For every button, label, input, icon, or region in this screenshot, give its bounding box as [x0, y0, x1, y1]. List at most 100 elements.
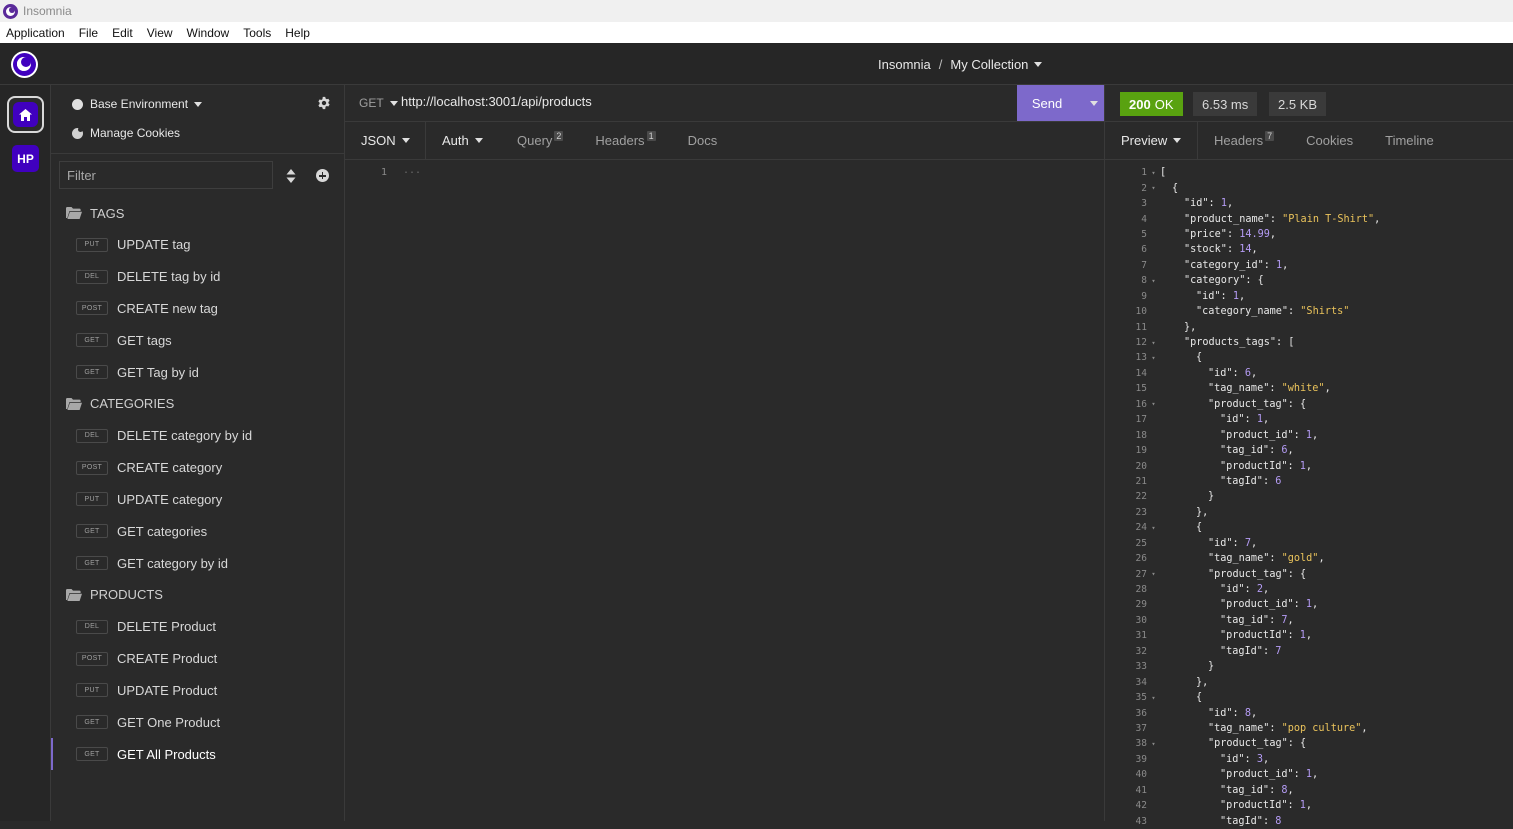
sidebar-request-item[interactable]: POST CREATE category [51, 452, 345, 484]
folder-tags[interactable]: TAGS [51, 197, 345, 229]
sidebar-request-item[interactable]: GET GET categories [51, 515, 345, 547]
chevron-down-icon [194, 101, 203, 107]
code-text: "tag_id": 7, [1160, 615, 1294, 626]
method-badge: DEL [76, 428, 108, 443]
tab-timeline[interactable]: Timeline [1369, 122, 1450, 160]
code-line: 42 "productId": 1, [1105, 798, 1513, 813]
menu-help[interactable]: Help [285, 26, 310, 40]
sidebar-request-item[interactable]: DEL DELETE Product [51, 611, 345, 643]
home-button[interactable] [7, 96, 44, 133]
fold-arrow-icon[interactable]: ▾ [1147, 354, 1160, 362]
json-punctuation: : [1232, 707, 1245, 719]
breadcrumb-collection[interactable]: My Collection [950, 57, 1028, 72]
tab-response-headers[interactable]: Headers 7 [1198, 122, 1290, 160]
add-request-icon[interactable] [316, 169, 329, 182]
menu-window[interactable]: Window [187, 26, 230, 40]
sidebar-request-item[interactable]: GET GET One Product [51, 706, 345, 738]
code-text: "product_tag": { [1160, 569, 1306, 580]
json-key: "id" [1220, 414, 1245, 426]
breadcrumb: Insomnia / My Collection [878, 57, 1043, 72]
tab-cookies[interactable]: Cookies [1290, 122, 1369, 160]
request-tree: TAGS PUT UPDATE tag DEL DELETE tag by id POST… [51, 197, 345, 770]
json-punctuation: : [1287, 460, 1300, 472]
tab-docs[interactable]: Docs [672, 122, 734, 160]
json-punctuation: : [1244, 584, 1257, 596]
json-punctuation: : [1263, 259, 1277, 271]
tab-preview[interactable]: Preview [1105, 121, 1198, 160]
json-punctuation: } [1208, 491, 1215, 503]
fold-arrow-icon[interactable]: ▾ [1147, 400, 1160, 408]
tab-body[interactable]: JSON [345, 121, 426, 160]
chevron-down-icon[interactable] [1034, 62, 1043, 67]
sidebar-request-item[interactable]: GET GET All Products [51, 738, 345, 770]
send-options-button[interactable] [1077, 85, 1104, 121]
code-line: 20 "productId": 1, [1105, 458, 1513, 473]
json-key: "product_tag" [1208, 568, 1288, 580]
code-line: 37 "tag_name": "pop culture", [1105, 721, 1513, 736]
sidebar-request-item[interactable]: GET GET category by id [51, 547, 345, 579]
response-size-badge: 2.5 KB [1269, 92, 1327, 116]
code-text: "product_id": 1, [1160, 430, 1318, 441]
json-punctuation: : [1293, 429, 1306, 441]
method-badge: GET [76, 524, 108, 539]
insomnia-app-logo-icon[interactable] [11, 51, 38, 78]
code-line: 33} [1105, 659, 1513, 674]
json-key: "product_name" [1184, 213, 1270, 225]
menu-edit[interactable]: Edit [112, 26, 133, 40]
insomnia-logo-icon [3, 3, 18, 19]
fold-arrow-icon[interactable]: ▾ [1147, 339, 1160, 347]
json-key: "id" [1220, 753, 1245, 765]
url-input[interactable] [401, 94, 1001, 109]
sidebar-request-item[interactable]: GET GET tags [51, 324, 345, 356]
code-text: "price": 14.99, [1160, 229, 1276, 240]
tab-query[interactable]: Query 2 [501, 122, 579, 160]
menu-file[interactable]: File [79, 26, 98, 40]
sidebar-request-item[interactable]: PUT UPDATE Product [51, 675, 345, 707]
tab-auth[interactable]: Auth [426, 122, 501, 160]
fold-arrow-icon[interactable]: ▾ [1147, 570, 1160, 578]
json-key: "id" [1220, 584, 1245, 596]
tab-preview-label: Preview [1121, 133, 1168, 148]
code-text: "category_id": 1, [1160, 260, 1288, 271]
sidebar-request-item[interactable]: DEL DELETE tag by id [51, 261, 345, 293]
fold-arrow-icon[interactable]: ▾ [1147, 524, 1160, 532]
project-hp-button[interactable]: HP [12, 145, 39, 172]
sort-icon[interactable] [286, 169, 296, 183]
sidebar-request-item[interactable]: PUT UPDATE category [51, 484, 345, 516]
manage-cookies-button[interactable]: Manage Cookies [72, 126, 180, 140]
environment-selector[interactable]: Base Environment [72, 97, 203, 111]
fold-arrow-icon[interactable]: ▾ [1147, 694, 1160, 702]
code-text: { [1160, 352, 1202, 363]
code-line: 13 ▾ { [1105, 350, 1513, 365]
folder-products[interactable]: PRODUCTS [51, 579, 345, 611]
method-badge: POST [76, 301, 108, 316]
line-number: 1 [1141, 167, 1147, 179]
sidebar-request-item[interactable]: GET GET Tag by id [51, 356, 345, 388]
menu-application[interactable]: Application [6, 26, 65, 40]
send-button[interactable]: Send [1017, 85, 1104, 121]
method-badge: GET [76, 556, 108, 571]
fold-arrow-icon[interactable]: ▾ [1147, 169, 1160, 177]
filter-input[interactable] [59, 161, 273, 189]
code-line: 1 ▾[ [1105, 165, 1513, 180]
fold-arrow-icon[interactable]: ▾ [1147, 184, 1160, 192]
line-number: 11 [1135, 321, 1147, 333]
json-punctuation: , [1262, 584, 1270, 596]
response-json-viewer[interactable]: 1 ▾[2 ▾{3 "id": 1, 4 "product_name": "Plain T… [1105, 165, 1513, 829]
sidebar-request-item[interactable]: PUT UPDATE tag [51, 229, 345, 261]
tab-headers[interactable]: Headers 1 [579, 122, 671, 160]
breadcrumb-app[interactable]: Insomnia [878, 57, 931, 72]
code-text: "tagId": 8 [1160, 816, 1281, 827]
menu-tools[interactable]: Tools [243, 26, 271, 40]
sidebar-request-item[interactable]: POST CREATE new tag [51, 293, 345, 325]
json-key: "tag_id" [1220, 614, 1270, 626]
sidebar-request-item[interactable]: DEL DELETE category by id [51, 420, 345, 452]
sidebar-request-item[interactable]: POST CREATE Product [51, 643, 345, 675]
line-number: 43 [1135, 815, 1147, 827]
fold-arrow-icon[interactable]: ▾ [1147, 740, 1160, 748]
fold-arrow-icon[interactable]: ▾ [1147, 277, 1160, 285]
gear-icon[interactable] [317, 96, 331, 110]
menu-view[interactable]: View [147, 26, 173, 40]
folder-categories[interactable]: CATEGORIES [51, 388, 345, 420]
method-selector[interactable]: GET [359, 96, 398, 110]
